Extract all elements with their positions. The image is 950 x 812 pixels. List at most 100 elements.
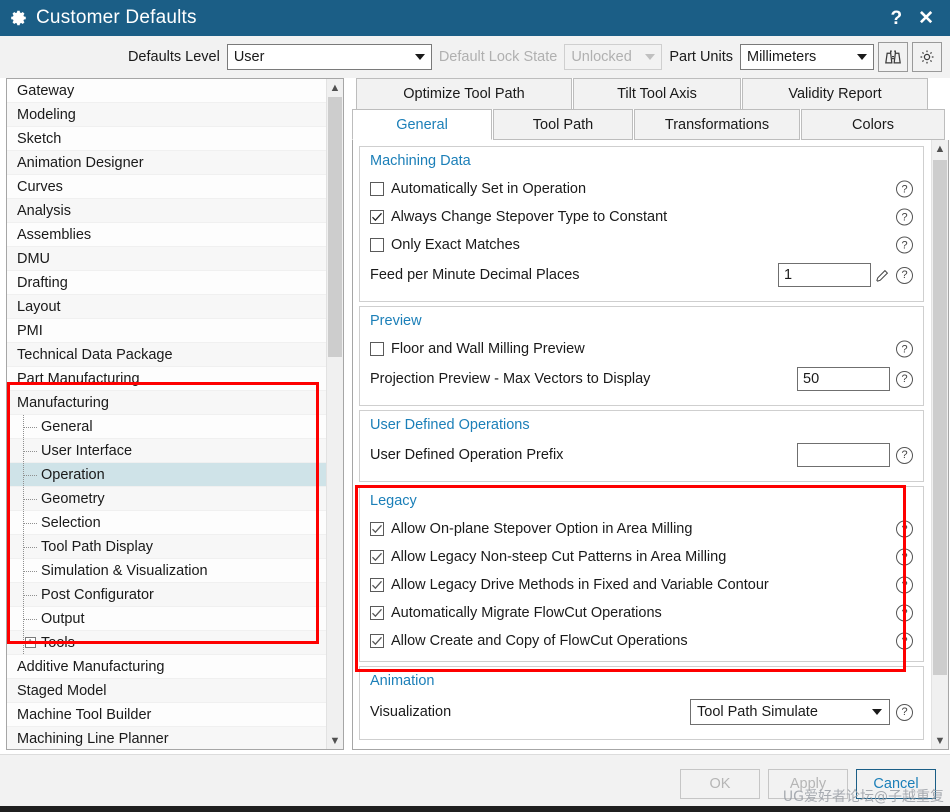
scrollbar-thumb[interactable] [328,97,342,357]
group-title-legacy: Legacy [370,493,417,509]
checkbox-automatically-set-in-operation[interactable] [370,182,384,196]
tree-item-drafting[interactable]: Drafting [7,271,326,295]
checkbox-auto-migrate-flowcut[interactable] [370,606,384,620]
tree-twisty [19,559,41,582]
panel-scrollbar[interactable]: ▲ ▼ [931,140,948,749]
tab-row-top[interactable]: Optimize Tool Path Tilt Tool Axis Validi… [352,78,949,109]
tree-item-technical-data-package[interactable]: Technical Data Package [7,343,326,367]
row-floor-wall-milling-preview[interactable]: Floor and Wall Milling Preview ? [370,335,913,363]
defaults-category-tree[interactable]: Gateway Modeling Sketch Animation Designer C… [6,78,344,750]
tab-row-bottom[interactable]: General Tool Path Transformations Colors [352,109,949,140]
tree-item-manufacturing[interactable]: Manufacturing [7,391,326,415]
tab-transformations[interactable]: Transformations [634,109,800,140]
ok-button[interactable]: OK [680,768,760,799]
row-automatically-set-in-operation[interactable]: Automatically Set in Operation ? [370,175,913,203]
settings-button[interactable] [912,41,942,72]
row-allow-on-plane-stepover[interactable]: Allow On-plane Stepover Option in Area M… [370,515,913,543]
help-icon[interactable]: ? [896,703,913,721]
row-always-change-stepover[interactable]: Always Change Stepover Type to Constant … [370,203,913,231]
tree-item-user-interface[interactable]: User Interface [7,439,326,463]
checkbox-only-exact-matches[interactable] [370,238,384,252]
scroll-up-icon[interactable]: ▲ [327,79,343,96]
row-auto-migrate-flowcut[interactable]: Automatically Migrate FlowCut Operations… [370,599,913,627]
select-visualization[interactable]: Tool Path Simulate [690,699,890,725]
expand-icon[interactable]: + [24,637,36,648]
edit-pencil-icon[interactable] [875,268,890,283]
input-max-vectors-to-display[interactable]: 50 [797,367,890,391]
tree-item-analysis[interactable]: Analysis [7,199,326,223]
checkbox-allow-legacy-drive-methods[interactable] [370,578,384,592]
tab-tool-path[interactable]: Tool Path [493,109,633,140]
row-visualization[interactable]: Visualization Tool Path Simulate ? [370,695,913,729]
help-icon[interactable]: ? [896,548,913,566]
tree-item-general[interactable]: General [7,415,326,439]
tab-general[interactable]: General [352,109,492,140]
tree-item-animation-designer[interactable]: Animation Designer [7,151,326,175]
help-icon[interactable]: ? [896,632,913,650]
tab-tilt-tool-axis[interactable]: Tilt Tool Axis [573,78,741,109]
help-icon[interactable]: ? [896,266,913,284]
checkbox-allow-on-plane-stepover[interactable] [370,522,384,536]
help-icon[interactable]: ? [896,520,913,538]
tree-item-simulation-visualization[interactable]: Simulation & Visualization [7,559,326,583]
part-units-select[interactable]: Millimeters [740,43,874,70]
input-feed-decimal-places[interactable]: 1 [778,263,871,287]
row-feed-decimal-places[interactable]: Feed per Minute Decimal Places 1 ? [370,259,913,291]
help-button[interactable]: ? [890,9,902,28]
input-user-defined-operation-prefix[interactable] [797,443,890,467]
tree-item-geometry[interactable]: Geometry [7,487,326,511]
tree-twisty[interactable]: + [19,631,41,654]
tab-optimize-tool-path[interactable]: Optimize Tool Path [356,78,572,109]
scroll-up-icon[interactable]: ▲ [932,140,948,157]
tree-item-assemblies[interactable]: Assemblies [7,223,326,247]
tree-list[interactable]: Gateway Modeling Sketch Animation Designer C… [7,79,326,749]
sidebar-scrollbar[interactable]: ▲ ▼ [326,79,343,749]
defaults-level-select[interactable]: User [226,43,432,70]
checkbox-allow-create-copy-flowcut[interactable] [370,634,384,648]
scroll-down-icon[interactable]: ▼ [327,732,343,749]
tree-item-tools[interactable]: + Tools [7,631,326,655]
checkbox-always-change-stepover[interactable] [370,210,384,224]
tree-item-pmi[interactable]: PMI [7,319,326,343]
tab-colors[interactable]: Colors [801,109,945,140]
scrollbar-thumb[interactable] [933,160,947,675]
row-user-defined-operation-prefix[interactable]: User Defined Operation Prefix ? [370,439,913,471]
tab-validity-report[interactable]: Validity Report [742,78,928,109]
tree-item-selection[interactable]: Selection [7,511,326,535]
close-icon[interactable]: ✕ [918,9,934,28]
scroll-down-icon[interactable]: ▼ [932,732,948,749]
tree-item-curves[interactable]: Curves [7,175,326,199]
help-icon[interactable]: ? [896,340,913,358]
tree-item-staged-model[interactable]: Staged Model [7,679,326,703]
tree-item-layout[interactable]: Layout [7,295,326,319]
find-button[interactable] [878,41,908,72]
tree-item-tool-path-display[interactable]: Tool Path Display [7,535,326,559]
tree-item-machine-tool-builder[interactable]: Machine Tool Builder [7,703,326,727]
tree-item-post-configurator[interactable]: Post Configurator [7,583,326,607]
row-allow-create-copy-flowcut[interactable]: Allow Create and Copy of FlowCut Operati… [370,627,913,655]
help-icon[interactable]: ? [896,370,913,388]
tree-item-machining-line-planner[interactable]: Machining Line Planner [7,727,326,749]
help-icon[interactable]: ? [896,604,913,622]
help-icon[interactable]: ? [896,236,913,254]
help-icon[interactable]: ? [896,446,913,464]
checkbox-allow-legacy-non-steep[interactable] [370,550,384,564]
help-icon[interactable]: ? [896,208,913,226]
tree-item-modeling[interactable]: Modeling [7,103,326,127]
tree-item-label: DMU [17,250,51,267]
tree-item-output[interactable]: Output [7,607,326,631]
row-max-vectors-to-display[interactable]: Projection Preview - Max Vectors to Disp… [370,363,913,395]
checkbox-floor-wall-milling-preview[interactable] [370,342,384,356]
tree-item-part-manufacturing[interactable]: Part Manufacturing [7,367,326,391]
row-only-exact-matches[interactable]: Only Exact Matches ? [370,231,913,259]
row-allow-legacy-non-steep[interactable]: Allow Legacy Non-steep Cut Patterns in A… [370,543,913,571]
row-allow-legacy-drive-methods[interactable]: Allow Legacy Drive Methods in Fixed and … [370,571,913,599]
tree-item-operation[interactable]: Operation [7,463,326,487]
tree-item-dmu[interactable]: DMU [7,247,326,271]
help-icon[interactable]: ? [896,180,913,198]
tree-item-additive-manufacturing[interactable]: Additive Manufacturing [7,655,326,679]
tree-item-gateway[interactable]: Gateway [7,79,326,103]
tree-guide-dots [23,498,37,500]
help-icon[interactable]: ? [896,576,913,594]
tree-item-sketch[interactable]: Sketch [7,127,326,151]
